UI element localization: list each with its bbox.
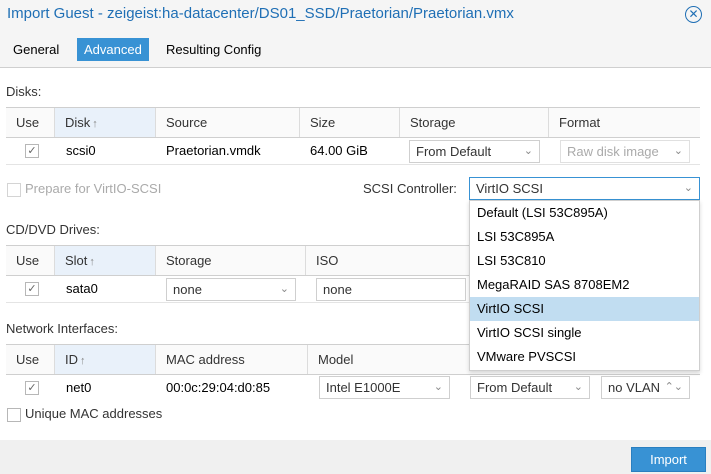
chevron-down-icon: ⌄ bbox=[433, 381, 443, 393]
cd-col-slot[interactable]: Slot ↑ bbox=[55, 246, 156, 275]
scsi-option-virtio-scsi[interactable]: VirtIO SCSI bbox=[470, 297, 699, 321]
disks-col-format[interactable]: Format bbox=[549, 108, 700, 137]
disks-col-disk[interactable]: Disk ↑ bbox=[55, 108, 156, 137]
scsi-option-virtio-scsi-single[interactable]: VirtIO SCSI single bbox=[470, 321, 699, 345]
net-col-use[interactable]: Use bbox=[6, 345, 55, 374]
net-col-mac[interactable]: MAC address bbox=[156, 345, 308, 374]
net-vlan-spinner[interactable]: no VLAN ⌃⌄ bbox=[601, 376, 690, 399]
disks-col-use[interactable]: Use bbox=[6, 108, 55, 137]
scsi-option-megaraid[interactable]: MegaRAID SAS 8708EM2 bbox=[470, 273, 699, 297]
disk-id: scsi0 bbox=[66, 143, 96, 158]
net-use-checkbox[interactable]: ✓ bbox=[25, 381, 39, 395]
cd-col-storage[interactable]: Storage bbox=[156, 246, 306, 275]
cd-slot: sata0 bbox=[66, 281, 98, 296]
scsi-option-default-lsi[interactable]: Default (LSI 53C895A) bbox=[470, 201, 699, 225]
disk-use-checkbox[interactable]: ✓ bbox=[25, 144, 39, 158]
prepare-virtio-checkbox bbox=[7, 183, 21, 197]
network-row: ✓ net0 00:0c:29:04:d0:85 Intel E1000E ⌄ F… bbox=[6, 375, 700, 402]
unique-mac-label: Unique MAC addresses bbox=[25, 406, 163, 421]
disks-col-size[interactable]: Size bbox=[300, 108, 400, 137]
scsi-option-lsi-53c895a[interactable]: LSI 53C895A bbox=[470, 225, 699, 249]
tab-general[interactable]: General bbox=[6, 38, 66, 61]
cd-iso-select[interactable]: none bbox=[316, 278, 466, 301]
scsi-option-lsi-53c810[interactable]: LSI 53C810 bbox=[470, 249, 699, 273]
sort-asc-icon: ↑ bbox=[80, 355, 86, 367]
chevron-down-icon: ⌄ bbox=[683, 182, 693, 194]
disk-size: 64.00 GiB bbox=[310, 143, 368, 158]
cd-use-checkbox[interactable]: ✓ bbox=[25, 282, 39, 296]
disks-section-label: Disks: bbox=[6, 84, 42, 99]
cd-storage-select[interactable]: none ⌄ bbox=[166, 278, 296, 301]
scsi-controller-dropdown: Default (LSI 53C895A) LSI 53C895A LSI 53… bbox=[469, 200, 700, 371]
disks-col-storage[interactable]: Storage bbox=[400, 108, 549, 137]
disks-col-source[interactable]: Source bbox=[156, 108, 300, 137]
chevron-down-icon: ⌄ bbox=[673, 145, 683, 157]
import-button[interactable]: Import bbox=[631, 447, 706, 472]
tab-advanced[interactable]: Advanced bbox=[77, 38, 149, 61]
tab-resulting-config[interactable]: Resulting Config bbox=[159, 38, 268, 61]
disk-format-select: Raw disk image ⌄ bbox=[560, 140, 690, 163]
window-title: Import Guest - zeigeist:ha-datacenter/DS… bbox=[7, 5, 514, 22]
cd-col-use[interactable]: Use bbox=[6, 246, 55, 275]
net-bridge-select[interactable]: From Default ⌄ bbox=[470, 376, 590, 399]
net-col-id[interactable]: ID ↑ bbox=[55, 345, 156, 374]
close-icon[interactable]: ✕ bbox=[685, 6, 702, 23]
unique-mac-checkbox[interactable] bbox=[7, 408, 21, 422]
chevron-down-icon: ⌄ bbox=[523, 145, 533, 157]
scsi-controller-label: SCSI Controller: bbox=[363, 181, 457, 196]
scsi-option-vmware-pvscsi[interactable]: VMware PVSCSI bbox=[470, 345, 699, 369]
sort-asc-icon: ↑ bbox=[89, 256, 95, 268]
chevron-down-icon: ⌄ bbox=[573, 381, 583, 393]
chevron-down-icon: ⌄ bbox=[279, 283, 289, 295]
net-id: net0 bbox=[66, 380, 92, 395]
spinner-icon[interactable]: ⌃⌄ bbox=[665, 377, 683, 398]
sort-asc-icon: ↑ bbox=[92, 118, 98, 130]
prepare-virtio-label: Prepare for VirtIO-SCSI bbox=[25, 181, 162, 196]
net-mac: 00:0c:29:04:d0:85 bbox=[166, 380, 271, 395]
disks-row: ✓ scsi0 Praetorian.vmdk 64.00 GiB From D… bbox=[6, 138, 700, 165]
net-model-select[interactable]: Intel E1000E ⌄ bbox=[319, 376, 450, 399]
dialog-footer bbox=[0, 440, 711, 474]
disk-source: Praetorian.vmdk bbox=[166, 143, 261, 158]
scsi-controller-select[interactable]: VirtIO SCSI ⌄ bbox=[469, 177, 700, 200]
cd-drives-section-label: CD/DVD Drives: bbox=[6, 222, 100, 237]
network-section-label: Network Interfaces: bbox=[6, 321, 118, 336]
disks-grid-header: Use Disk ↑ Source Size Storage Format bbox=[6, 107, 700, 138]
disk-storage-select[interactable]: From Default ⌄ bbox=[409, 140, 540, 163]
